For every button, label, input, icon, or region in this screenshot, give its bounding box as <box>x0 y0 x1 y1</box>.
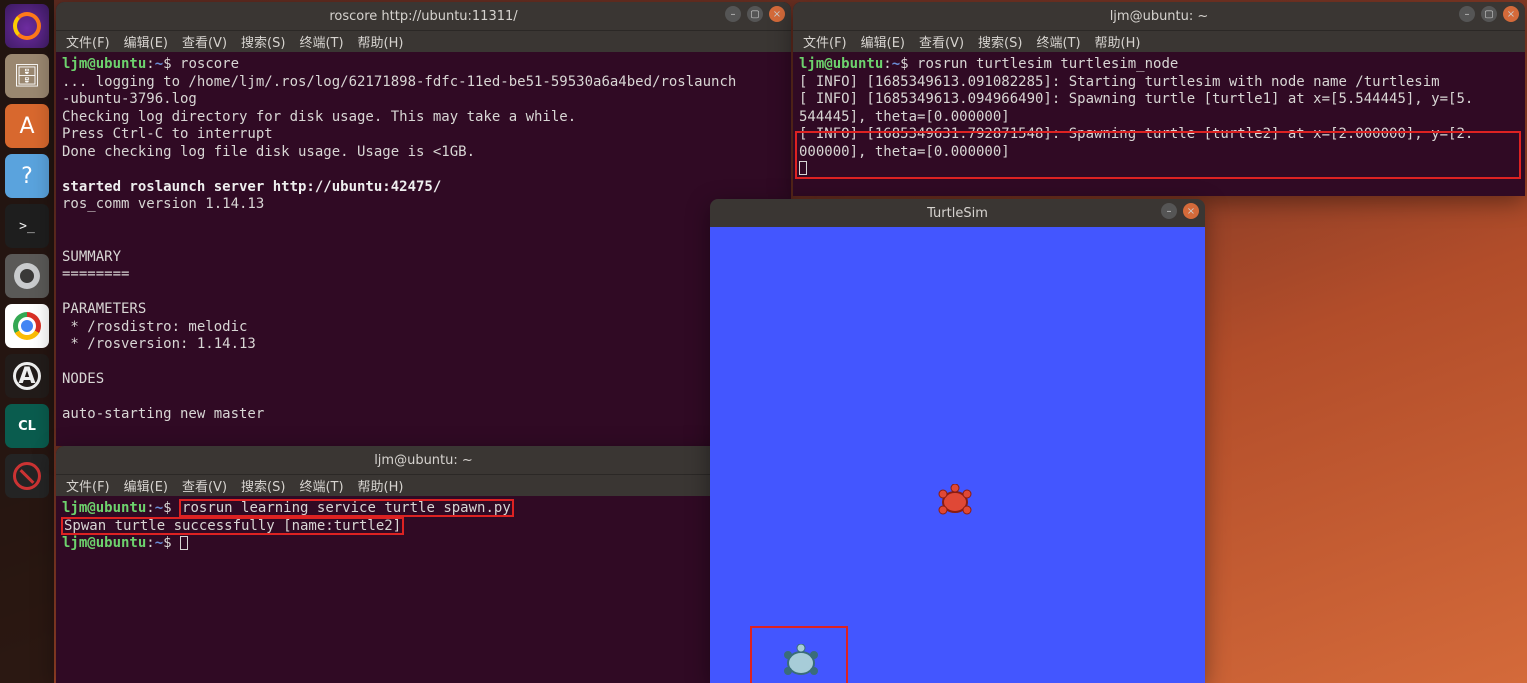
window-title: ljm@ubuntu: ~ <box>374 453 473 468</box>
menu-terminal[interactable]: 终端(T) <box>299 32 343 51</box>
line: -ubuntu-3796.log <box>62 91 197 107</box>
turtle1-icon <box>935 484 975 520</box>
prompt-suffix: $ <box>163 500 180 516</box>
menu-edit[interactable]: 编辑(E) <box>124 476 168 495</box>
cmd: rosrun turtlesim turtlesim_node <box>917 56 1178 72</box>
maximize-icon[interactable]: ▢ <box>1481 6 1497 22</box>
prompt-user: ljm@ubuntu <box>62 535 146 551</box>
terminal-spawn-window[interactable]: ljm@ubuntu: ~ 文件(F) 编辑(E) 查看(V) 搜索(S) 终端… <box>56 446 791 683</box>
app-help-icon[interactable]: ? <box>5 154 49 198</box>
menu-terminal[interactable]: 终端(T) <box>299 476 343 495</box>
titlebar[interactable]: TurtleSim – × <box>710 199 1205 227</box>
cursor-icon <box>799 161 807 175</box>
app-software-icon[interactable]: A <box>5 104 49 148</box>
menu-help[interactable]: 帮助(H) <box>358 32 404 51</box>
prompt-suffix: $ <box>900 56 917 72</box>
titlebar[interactable]: ljm@ubuntu: ~ <box>56 446 791 474</box>
app-firefox-icon[interactable] <box>5 4 49 48</box>
line: [ INFO] [1685349631.792871548]: Spawning… <box>799 126 1473 142</box>
line: PARAMETERS <box>62 301 146 317</box>
close-icon[interactable]: × <box>1503 6 1519 22</box>
menu-view[interactable]: 查看(V) <box>182 32 227 51</box>
menu-edit[interactable]: 编辑(E) <box>124 32 168 51</box>
line: Spwan turtle successfully [name:turtle2] <box>62 518 403 534</box>
launcher-dock: 🗄 A ? >_ A CL <box>0 0 54 683</box>
menu-edit[interactable]: 编辑(E) <box>861 32 905 51</box>
cmd: roscore <box>180 56 239 72</box>
app-blocked-icon[interactable] <box>5 454 49 498</box>
highlight-box <box>750 626 848 683</box>
app-settings-icon[interactable] <box>5 254 49 298</box>
line: auto-starting new master <box>62 406 264 422</box>
menu-view[interactable]: 查看(V) <box>182 476 227 495</box>
menu-help[interactable]: 帮助(H) <box>358 476 404 495</box>
line: Checking log directory for disk usage. T… <box>62 109 576 125</box>
prompt-suffix: $ <box>163 56 180 72</box>
app-files-icon[interactable]: 🗄 <box>5 54 49 98</box>
titlebar[interactable]: ljm@ubuntu: ~ – ▢ × <box>793 2 1525 30</box>
turtlesim-window[interactable]: TurtleSim – × <box>710 199 1205 683</box>
app-clion-icon[interactable]: CL <box>5 404 49 448</box>
app-updater-icon[interactable]: A <box>5 354 49 398</box>
prompt-user: ljm@ubuntu <box>62 56 146 72</box>
window-title: TurtleSim <box>927 206 988 221</box>
menu-help[interactable]: 帮助(H) <box>1095 32 1141 51</box>
minimize-icon[interactable]: – <box>1459 6 1475 22</box>
terminal-output[interactable]: ljm@ubuntu:~$ rosrun turtlesim turtlesim… <box>793 52 1525 183</box>
window-title: ljm@ubuntu: ~ <box>1110 9 1209 24</box>
menu-terminal[interactable]: 终端(T) <box>1036 32 1080 51</box>
minimize-icon[interactable]: – <box>725 6 741 22</box>
close-icon[interactable]: × <box>1183 203 1199 219</box>
menu-file[interactable]: 文件(F) <box>66 476 110 495</box>
line: Press Ctrl-C to interrupt <box>62 126 273 142</box>
line: 544445], theta=[0.000000] <box>799 109 1010 125</box>
prompt-path: ~ <box>155 500 163 516</box>
close-icon[interactable]: × <box>769 6 785 22</box>
titlebar[interactable]: roscore http://ubuntu:11311/ – ▢ × <box>56 2 791 30</box>
menu-search[interactable]: 搜索(S) <box>978 32 1022 51</box>
line: 000000], theta=[0.000000] <box>799 144 1010 160</box>
menubar: 文件(F) 编辑(E) 查看(V) 搜索(S) 终端(T) 帮助(H) <box>56 30 791 52</box>
menu-view[interactable]: 查看(V) <box>919 32 964 51</box>
terminal-rosrun-window[interactable]: ljm@ubuntu: ~ – ▢ × 文件(F) 编辑(E) 查看(V) 搜索… <box>793 2 1525 196</box>
turtlesim-canvas[interactable] <box>710 227 1205 683</box>
menu-file[interactable]: 文件(F) <box>803 32 847 51</box>
maximize-icon[interactable]: ▢ <box>747 6 763 22</box>
cmd: rosrun learning_service turtle_spawn.py <box>180 500 513 516</box>
app-chrome-icon[interactable] <box>5 304 49 348</box>
line: ... logging to /home/ljm/.ros/log/621718… <box>62 74 736 90</box>
prompt-path: ~ <box>892 56 900 72</box>
line: SUMMARY <box>62 249 121 265</box>
line: * /rosdistro: melodic <box>62 319 247 335</box>
line: NODES <box>62 371 104 387</box>
line: [ INFO] [1685349613.094966490]: Spawning… <box>799 91 1473 107</box>
cursor-icon <box>180 536 188 550</box>
terminal-roscore-window[interactable]: roscore http://ubuntu:11311/ – ▢ × 文件(F)… <box>56 2 791 446</box>
prompt-user: ljm@ubuntu <box>799 56 883 72</box>
app-terminal-icon[interactable]: >_ <box>5 204 49 248</box>
line: started roslaunch server http://ubuntu:4… <box>62 179 441 195</box>
line: Done checking log file disk usage. Usage… <box>62 144 475 160</box>
terminal-output[interactable]: ljm@ubuntu:~$ roscore ... logging to /ho… <box>56 52 791 428</box>
line: * /rosversion: 1.14.13 <box>62 336 256 352</box>
minimize-icon[interactable]: – <box>1161 203 1177 219</box>
prompt-user: ljm@ubuntu <box>62 500 146 516</box>
desktop: 🗄 A ? >_ A CL roscore http://ubuntu:1131… <box>0 0 1527 683</box>
prompt-path: ~ <box>155 535 163 551</box>
prompt-suffix: $ <box>163 535 180 551</box>
line: ros_comm version 1.14.13 <box>62 196 264 212</box>
menubar: 文件(F) 编辑(E) 查看(V) 搜索(S) 终端(T) 帮助(H) <box>56 474 791 496</box>
prompt-path: ~ <box>155 56 163 72</box>
menu-file[interactable]: 文件(F) <box>66 32 110 51</box>
menubar: 文件(F) 编辑(E) 查看(V) 搜索(S) 终端(T) 帮助(H) <box>793 30 1525 52</box>
menu-search[interactable]: 搜索(S) <box>241 32 285 51</box>
terminal-output[interactable]: ljm@ubuntu:~$ rosrun learning_service tu… <box>56 496 791 557</box>
window-title: roscore http://ubuntu:11311/ <box>329 9 517 24</box>
line: [ INFO] [1685349613.091082285]: Starting… <box>799 74 1440 90</box>
line: ======== <box>62 266 129 282</box>
turtle2-icon <box>780 644 822 682</box>
menu-search[interactable]: 搜索(S) <box>241 476 285 495</box>
